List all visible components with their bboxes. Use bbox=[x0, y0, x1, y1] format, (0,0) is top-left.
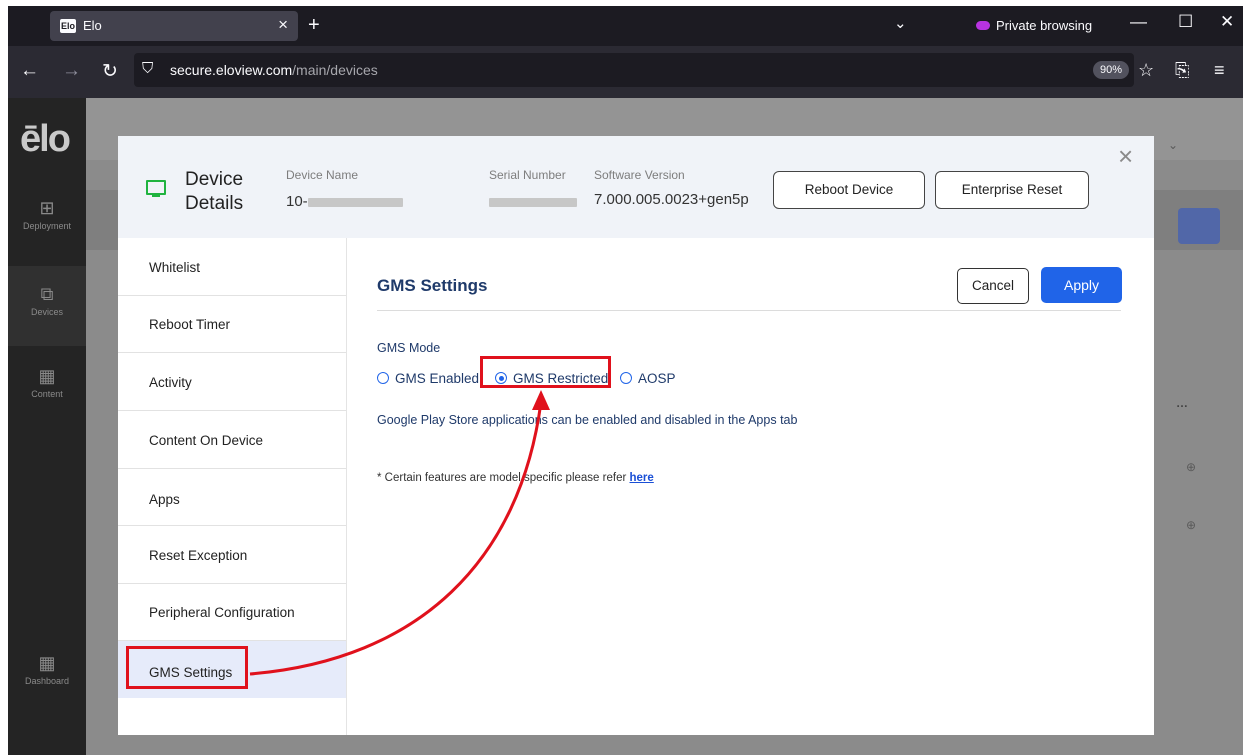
sidebar-item-apps[interactable]: Apps bbox=[118, 468, 346, 526]
address-bar[interactable]: ⛉ secure.eloview.com/main/devices bbox=[134, 53, 1134, 87]
nav-dashboard[interactable]: ▦ Dashboard bbox=[8, 653, 86, 686]
tab-title: Elo bbox=[83, 18, 102, 33]
annotation-box-gms-settings bbox=[126, 646, 248, 689]
dimmed-deploy-button bbox=[1178, 208, 1220, 244]
modal-header: Device Details Device Name 10- Serial Nu… bbox=[118, 136, 1154, 238]
tab-bar: Elo Elo × + ⌄ Private browsing — ☐ ✕ bbox=[8, 6, 1243, 46]
sidebar-item-label: Whitelist bbox=[149, 260, 201, 275]
modal-title: Device Details bbox=[185, 168, 243, 216]
note-text: * Certain features are model specific pl… bbox=[377, 472, 627, 484]
radio-unchecked-icon[interactable] bbox=[620, 372, 632, 385]
url-text: secure.eloview.com/main/devices bbox=[170, 62, 378, 78]
sidebar-item-label: Reboot Timer bbox=[149, 317, 231, 332]
dashboard-icon: ▦ bbox=[38, 653, 56, 673]
radio-label: GMS Enabled bbox=[395, 371, 480, 386]
content-grid-icon: ▦ bbox=[38, 366, 56, 386]
sidebar-item-whitelist[interactable]: Whitelist bbox=[118, 238, 346, 296]
devices-icon: ⧉ bbox=[40, 284, 54, 304]
modal-title-line2: Details bbox=[185, 193, 244, 214]
elo-favicon-icon: Elo bbox=[60, 19, 76, 33]
elo-logo: ēlo bbox=[20, 118, 71, 160]
annotation-box-gms-restricted bbox=[480, 356, 611, 388]
nav-content-label: Content bbox=[31, 389, 63, 399]
deployment-icon: ⊞ bbox=[39, 198, 55, 218]
apply-button[interactable]: Apply bbox=[1041, 267, 1122, 303]
apps-tab-info-text: Google Play Store applications can be en… bbox=[377, 413, 798, 427]
menu-hamburger-icon[interactable]: ≡ bbox=[1214, 60, 1225, 81]
navigation-toolbar: ← → ↻ ⛉ secure.eloview.com/main/devices bbox=[8, 46, 1243, 98]
here-link[interactable]: here bbox=[630, 472, 654, 484]
sidebar-item-activity[interactable]: Activity bbox=[118, 353, 346, 411]
radio-gms-enabled[interactable]: GMS Enabled bbox=[377, 371, 479, 386]
minimize-icon[interactable]: — bbox=[1130, 12, 1147, 32]
tab-close-icon[interactable]: × bbox=[278, 15, 288, 35]
url-host: secure.eloview.com bbox=[170, 62, 293, 78]
nav-dashboard-label: Dashboard bbox=[24, 676, 70, 686]
software-version-label: Software Version bbox=[594, 168, 685, 182]
reload-icon[interactable]: ↻ bbox=[102, 60, 118, 83]
maximize-icon[interactable]: ☐ bbox=[1178, 12, 1193, 32]
forward-arrow-icon[interactable]: → bbox=[62, 60, 81, 82]
nav-devices[interactable]: ⧉ Devices bbox=[8, 266, 86, 346]
sidebar-item-label: Peripheral Configuration bbox=[149, 605, 295, 620]
device-name-prefix: 10- bbox=[286, 193, 308, 210]
sidebar-item-label: Apps bbox=[149, 492, 180, 507]
software-version-value: 7.000.005.0023+gen5p bbox=[594, 191, 749, 208]
redacted-device-name bbox=[307, 197, 403, 207]
url-path: /main/devices bbox=[292, 62, 378, 78]
monitor-status-icon bbox=[146, 180, 166, 197]
device-name-label: Device Name bbox=[286, 168, 359, 182]
new-tab-button[interactable]: + bbox=[308, 14, 320, 37]
dimmed-column-header: … bbox=[1176, 396, 1188, 410]
window-close-icon[interactable]: ✕ bbox=[1220, 12, 1234, 32]
sidebar-item-reboot-timer[interactable]: Reboot Timer bbox=[118, 295, 346, 353]
private-mask-icon bbox=[976, 21, 990, 31]
private-browsing-label: Private browsing bbox=[996, 18, 1093, 33]
radio-unchecked-icon[interactable] bbox=[377, 372, 389, 385]
sidebar-item-label: Activity bbox=[149, 375, 192, 390]
nav-content[interactable]: ▦ Content bbox=[8, 366, 86, 399]
dimmed-row-icon: ⊕ bbox=[1186, 518, 1197, 532]
browser-window: Elo Elo × + ⌄ Private browsing — ☐ ✕ ← →… bbox=[8, 6, 1243, 755]
gms-settings-heading: GMS Settings bbox=[377, 276, 488, 295]
zoom-indicator[interactable]: 90% bbox=[1093, 61, 1130, 79]
sidebar-item-peripheral-configuration[interactable]: Peripheral Configuration bbox=[118, 583, 346, 641]
sidebar-item-content-on-device[interactable]: Content On Device bbox=[118, 411, 346, 469]
radio-aosp[interactable]: AOSP bbox=[620, 371, 676, 386]
gms-mode-label: GMS Mode bbox=[377, 341, 441, 355]
serial-number-label: Serial Number bbox=[489, 168, 566, 182]
nav-deployment-label: Deployment bbox=[22, 221, 72, 231]
serial-number-value bbox=[489, 193, 577, 210]
model-specific-note: * Certain features are model specific pl… bbox=[377, 472, 654, 484]
dimmed-user-menu-icon: ⌄ bbox=[1168, 138, 1179, 152]
back-arrow-icon[interactable]: ← bbox=[20, 60, 39, 82]
app-sidebar: ēlo ⊞ Deployment ⧉ Devices ▦ Content ▦ D… bbox=[8, 98, 86, 755]
radio-label: AOSP bbox=[638, 371, 676, 386]
nav-deployment[interactable]: ⊞ Deployment bbox=[8, 198, 86, 231]
browser-tab[interactable]: Elo Elo × bbox=[50, 11, 298, 41]
reboot-device-button[interactable]: Reboot Device bbox=[773, 171, 925, 209]
bookmark-star-icon[interactable]: ☆ bbox=[1138, 60, 1154, 81]
cancel-button[interactable]: Cancel bbox=[957, 268, 1029, 304]
sidebar-item-label: Content On Device bbox=[149, 433, 264, 448]
device-name-value: 10- bbox=[286, 193, 403, 210]
modal-title-line1: Device bbox=[185, 169, 244, 190]
sidebar-item-reset-exception[interactable]: Reset Exception bbox=[118, 526, 346, 584]
nav-devices-label: Devices bbox=[30, 307, 63, 317]
sidebar-item-label: Reset Exception bbox=[149, 548, 248, 563]
enterprise-reset-button[interactable]: Enterprise Reset bbox=[935, 171, 1089, 209]
heading-divider bbox=[377, 310, 1121, 311]
dimmed-row-icon: ⊕ bbox=[1186, 460, 1197, 474]
list-tabs-chevron-icon[interactable]: ⌄ bbox=[894, 14, 907, 32]
tracking-shield-icon[interactable]: ⛉ bbox=[142, 60, 153, 77]
private-browsing-indicator: Private browsing bbox=[976, 18, 1092, 33]
extensions-icon[interactable]: ⎘ bbox=[1175, 60, 1189, 81]
redacted-serial-number bbox=[489, 197, 577, 207]
device-details-modal: Device Details Device Name 10- Serial Nu… bbox=[118, 136, 1154, 735]
modal-close-icon[interactable]: × bbox=[1118, 141, 1133, 172]
